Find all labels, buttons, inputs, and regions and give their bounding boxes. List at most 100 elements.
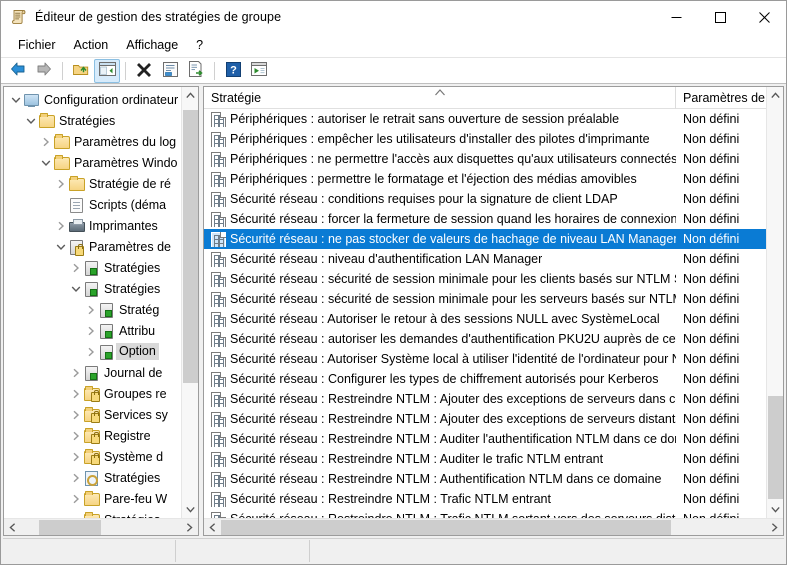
chevron-right-icon[interactable] (68, 362, 83, 383)
export-list-button[interactable] (183, 59, 209, 83)
tree-scroll-track[interactable] (182, 104, 199, 501)
tree-item[interactable]: Stratégies (4, 467, 181, 488)
tree-item[interactable]: Stratégies (4, 257, 181, 278)
table-row[interactable]: Sécurité réseau : autoriser les demandes… (204, 329, 766, 349)
tree-item[interactable]: Stratégies (4, 509, 181, 518)
list-hscroll-thumb[interactable] (221, 519, 671, 535)
chevron-right-icon[interactable] (68, 467, 83, 488)
list-hscroll-track[interactable] (221, 519, 766, 536)
chevron-right-icon[interactable] (53, 173, 68, 194)
tree-vertical-scrollbar[interactable] (181, 87, 198, 518)
table-row[interactable]: Sécurité réseau : Restreindre NTLM : Aud… (204, 429, 766, 449)
show-hide-tree-button[interactable] (94, 58, 120, 83)
close-button[interactable] (742, 1, 786, 33)
table-row[interactable]: Sécurité réseau : sécurité de session mi… (204, 269, 766, 289)
chevron-right-icon[interactable] (68, 446, 83, 467)
tree-hscroll-thumb[interactable] (39, 519, 101, 535)
chevron-right-icon[interactable] (68, 404, 83, 425)
table-row[interactable]: Sécurité réseau : Configurer les types d… (204, 369, 766, 389)
table-row[interactable]: Périphériques : permettre le formatage e… (204, 169, 766, 189)
back-button[interactable] (5, 59, 31, 83)
chevron-right-icon[interactable] (83, 341, 98, 362)
list-horizontal-scrollbar[interactable] (204, 518, 783, 535)
table-row[interactable]: Sécurité réseau : niveau d'authentificat… (204, 249, 766, 269)
tree-item[interactable]: Registre (4, 425, 181, 446)
tree-scroll-left-button[interactable] (4, 519, 21, 536)
table-row[interactable]: Périphériques : autoriser le retrait san… (204, 109, 766, 129)
chevron-right-icon[interactable] (83, 299, 98, 320)
tree-scroll-right-button[interactable] (181, 519, 198, 536)
list-scroll-track[interactable] (767, 104, 784, 501)
table-row[interactable]: Sécurité réseau : conditions requises po… (204, 189, 766, 209)
tree-item[interactable]: Pare-feu W (4, 488, 181, 509)
tree-item[interactable]: Paramètres du log (4, 131, 181, 152)
policy-column-header[interactable]: Stratégie (204, 87, 676, 109)
list-scroll-thumb[interactable] (767, 396, 783, 499)
tree-item[interactable]: Services sy (4, 404, 181, 425)
table-row[interactable]: Sécurité réseau : Restreindre NTLM : Aud… (204, 449, 766, 469)
help-button[interactable]: ? (220, 59, 246, 83)
chevron-down-icon[interactable] (23, 110, 38, 131)
delete-button[interactable] (131, 59, 157, 83)
chevron-right-icon[interactable] (68, 488, 83, 509)
chevron-down-icon[interactable] (38, 152, 53, 173)
maximize-button[interactable] (698, 1, 742, 33)
setting-column-header[interactable]: Paramètres de st (676, 87, 766, 109)
tree-scroll-thumb[interactable] (182, 110, 198, 383)
tree-scroll-down-button[interactable] (182, 501, 199, 518)
policy-tree[interactable]: Configuration ordinateur Stratégies Paramè… (4, 87, 181, 518)
chevron-down-icon[interactable] (8, 89, 23, 110)
list-scroll-right-button[interactable] (766, 519, 783, 536)
tree-item[interactable]: Stratég (4, 299, 181, 320)
tree-item[interactable]: Paramètres de (4, 236, 181, 257)
menu-aide[interactable]: ? (187, 35, 212, 56)
table-row[interactable]: Périphériques : empêcher les utilisateur… (204, 129, 766, 149)
tree-item[interactable]: Journal de (4, 362, 181, 383)
chevron-right-icon[interactable] (38, 131, 53, 152)
table-row[interactable]: Sécurité réseau : Restreindre NTLM : Aut… (204, 469, 766, 489)
tree-scroll-up-button[interactable] (182, 87, 199, 104)
table-row[interactable]: Sécurité réseau : ne pas stocker de vale… (204, 229, 766, 249)
table-row[interactable]: Sécurité réseau : Restreindre NTLM : Tra… (204, 489, 766, 509)
table-row[interactable]: Sécurité réseau : Restreindre NTLM : Tra… (204, 509, 766, 518)
table-row[interactable]: Sécurité réseau : forcer la fermeture de… (204, 209, 766, 229)
table-row[interactable]: Sécurité réseau : Autoriser le retour à … (204, 309, 766, 329)
chevron-right-icon[interactable] (68, 257, 83, 278)
table-row[interactable]: Sécurité réseau : sécurité de session mi… (204, 289, 766, 309)
tree-hscroll-track[interactable] (21, 519, 181, 536)
tree-horizontal-scrollbar[interactable] (4, 518, 198, 535)
menu-action[interactable]: Action (65, 35, 118, 56)
chevron-down-icon[interactable] (53, 236, 68, 257)
list-scroll-up-button[interactable] (767, 87, 784, 104)
menu-fichier[interactable]: Fichier (9, 35, 65, 56)
tree-item[interactable]: Stratégie de ré (4, 173, 181, 194)
chevron-right-icon[interactable] (53, 215, 68, 236)
tree-item[interactable]: Imprimantes (4, 215, 181, 236)
forward-button[interactable] (31, 59, 57, 83)
tree-item[interactable]: Scripts (déma (4, 194, 181, 215)
list-scroll-down-button[interactable] (767, 501, 784, 518)
tree-item[interactable]: Paramètres Windo (4, 152, 181, 173)
up-one-level-button[interactable] (68, 59, 94, 83)
tree-item[interactable]: Groupes re (4, 383, 181, 404)
new-window-button[interactable] (246, 59, 272, 83)
table-row[interactable]: Sécurité réseau : Autoriser Système loca… (204, 349, 766, 369)
chevron-right-icon[interactable] (83, 320, 98, 341)
chevron-down-icon[interactable] (68, 278, 83, 299)
tree-item[interactable]: Système d (4, 446, 181, 467)
table-row[interactable]: Sécurité réseau : Restreindre NTLM : Ajo… (204, 389, 766, 409)
tree-item[interactable]: Stratégies (4, 278, 181, 299)
tree-item[interactable]: Configuration ordinateur (4, 89, 181, 110)
list-vertical-scrollbar[interactable] (766, 87, 783, 518)
list-scroll-left-button[interactable] (204, 519, 221, 536)
properties-button[interactable] (157, 59, 183, 83)
minimize-button[interactable] (654, 1, 698, 33)
chevron-right-icon[interactable] (68, 383, 83, 404)
table-row[interactable]: Périphériques : ne permettre l'accès aux… (204, 149, 766, 169)
table-row[interactable]: Sécurité réseau : Restreindre NTLM : Ajo… (204, 409, 766, 429)
tree-item[interactable]: Attribu (4, 320, 181, 341)
chevron-right-icon[interactable] (68, 425, 83, 446)
policy-list[interactable]: Périphériques : autoriser le retrait san… (204, 109, 766, 518)
tree-item[interactable]: Stratégies (4, 110, 181, 131)
tree-item[interactable]: Option (4, 341, 181, 362)
